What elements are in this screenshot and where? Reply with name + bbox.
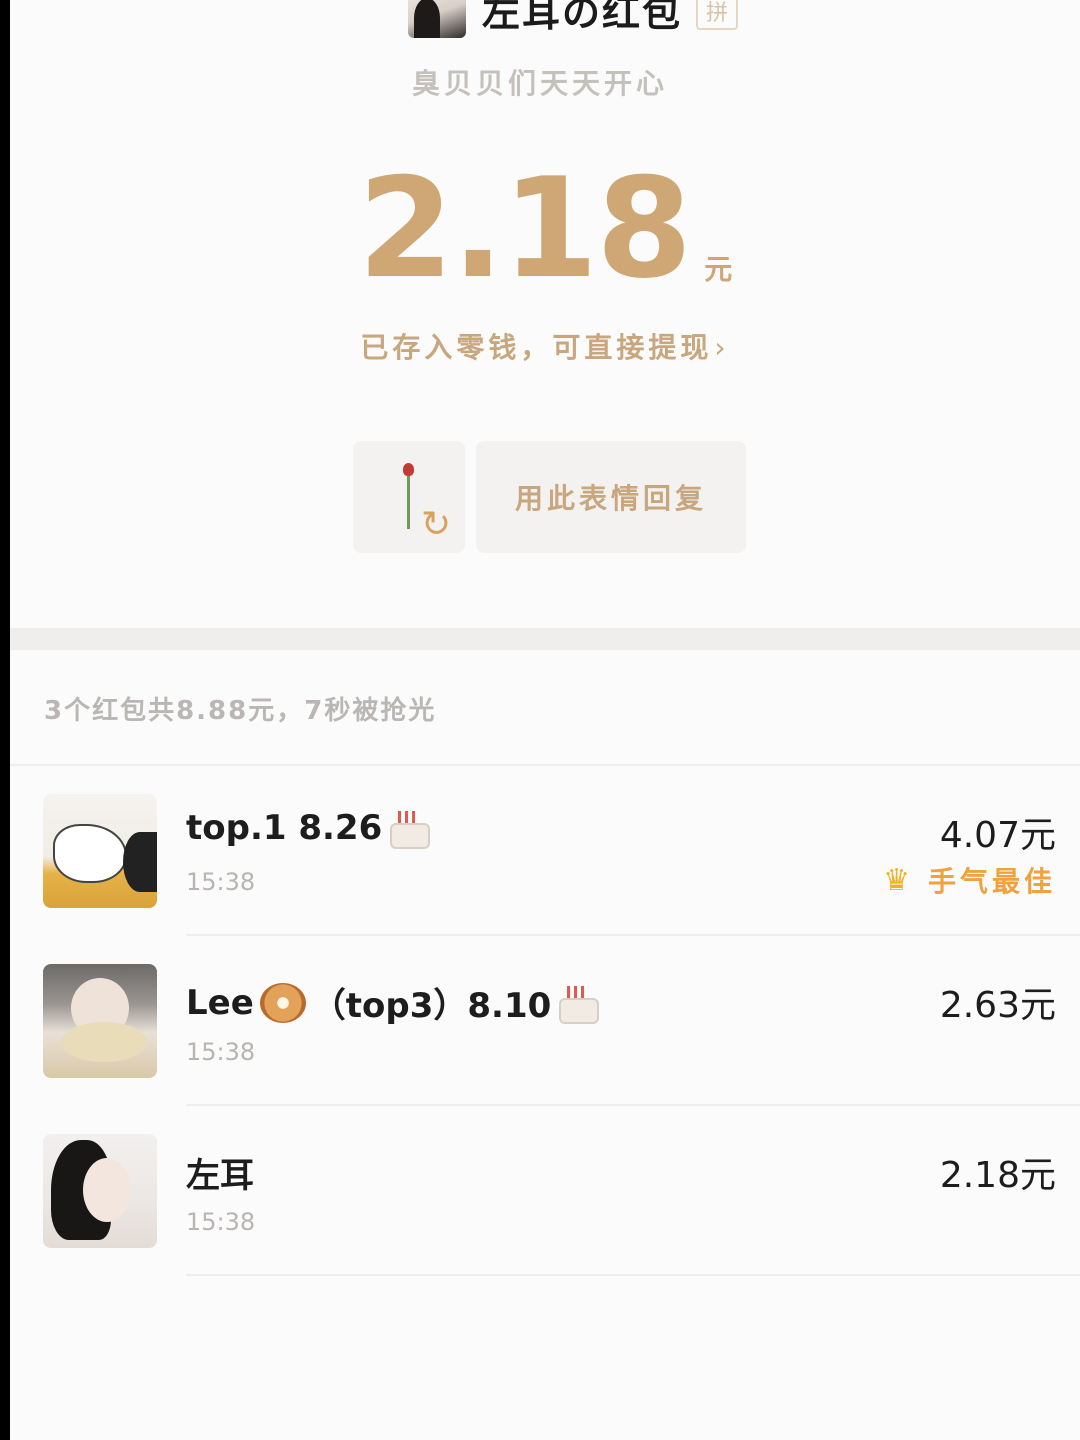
claim-time: 15:38 bbox=[186, 1208, 256, 1236]
amount-unit: 元 bbox=[704, 253, 733, 286]
claimer-name-text: top.1 8.26 bbox=[186, 808, 383, 848]
crown-icon: ♛ bbox=[883, 862, 914, 898]
claim-amount: 2.63元 bbox=[939, 985, 1056, 1026]
claimer-name: 左耳 bbox=[186, 1148, 254, 1197]
claimer-name-text: 左耳 bbox=[186, 1156, 254, 1196]
chevron-right-icon: › bbox=[714, 331, 730, 364]
claim-amount: 4.07元 bbox=[939, 815, 1056, 856]
claim-time: 15:38 bbox=[186, 868, 256, 896]
saved-to-wallet-link[interactable]: 已存入零钱，可直接提现› bbox=[10, 326, 1080, 366]
claim-row[interactable]: 左耳 15:38 2.18元 bbox=[10, 1106, 1080, 1276]
refresh-icon[interactable]: ↻ bbox=[421, 507, 451, 543]
sticker-button[interactable]: ↻ bbox=[353, 441, 465, 553]
sender-name: 左耳の红包 bbox=[482, 0, 683, 35]
greeting-message: 臭贝贝们天天开心 bbox=[411, 67, 668, 100]
cat-drawing bbox=[53, 824, 127, 883]
claimer-name: top.1 8.26 bbox=[186, 808, 431, 849]
claimer-name: Lee （top3）8.10 bbox=[186, 978, 600, 1027]
claim-amount: 2.18元 bbox=[939, 1155, 1056, 1196]
avatar[interactable] bbox=[43, 1134, 157, 1248]
rose-flower-icon bbox=[403, 463, 414, 476]
amount-value: 2.18 bbox=[357, 148, 692, 309]
claim-row[interactable]: Lee （top3）8.10 15:38 2.63元 bbox=[10, 936, 1080, 1106]
avatar-figure bbox=[123, 832, 157, 892]
received-amount: 2.18 元 bbox=[10, 160, 1080, 298]
red-packet-detail-screen: 左耳の红包 拼 臭贝贝们天天开心 2.18 元 已存入零钱，可直接提现› ↻ 用… bbox=[10, 0, 1080, 1440]
pin-badge: 拼 bbox=[696, 0, 739, 30]
best-luck-badge: ♛ 手气最佳 bbox=[883, 860, 1056, 900]
cake-icon bbox=[388, 809, 431, 849]
avatar[interactable] bbox=[43, 794, 157, 908]
claimer-name-prefix: Lee bbox=[186, 982, 254, 1023]
avatar-food bbox=[61, 1022, 147, 1062]
avatar-face bbox=[83, 1158, 131, 1222]
section-divider bbox=[10, 628, 1080, 650]
saved-to-wallet-text: 已存入零钱，可直接提现 bbox=[360, 331, 713, 364]
divider bbox=[186, 1274, 1080, 1276]
packet-summary: 3个红包共8.88元，7秒被抢光 bbox=[44, 696, 437, 726]
cake-icon bbox=[557, 984, 600, 1024]
avatar[interactable] bbox=[43, 964, 157, 1078]
sender-header: 左耳の红包 拼 bbox=[408, 0, 739, 38]
rose-sticker-icon bbox=[407, 471, 410, 529]
claim-time: 15:38 bbox=[186, 1038, 256, 1066]
reply-with-sticker-button[interactable]: 用此表情回复 bbox=[476, 441, 746, 553]
claim-row[interactable]: top.1 8.26 15:38 4.07元 ♛ 手气最佳 bbox=[10, 766, 1080, 936]
best-luck-label: 手气最佳 bbox=[927, 865, 1056, 898]
sender-avatar[interactable] bbox=[408, 0, 466, 38]
claimer-name-suffix: （top3）8.10 bbox=[311, 986, 552, 1026]
bagel-icon bbox=[259, 982, 306, 1023]
